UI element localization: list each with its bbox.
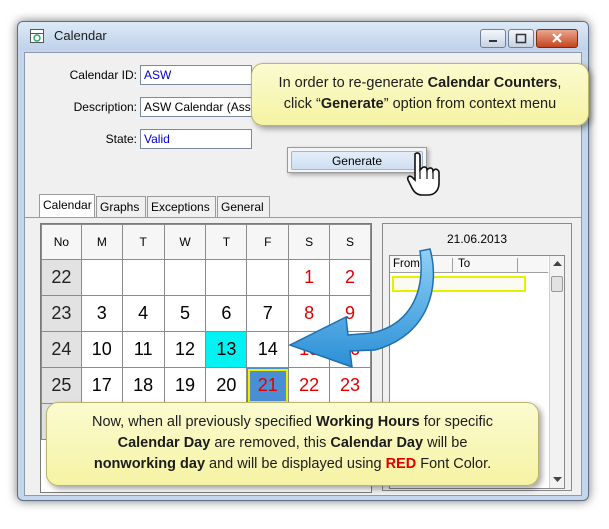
callout-bold-text: Generate bbox=[320, 96, 384, 112]
week-number: 22 bbox=[41, 259, 82, 296]
minimize-icon bbox=[489, 40, 497, 42]
tab-calendar[interactable]: Calendar bbox=[39, 194, 95, 218]
callout-text: In order to re-generate bbox=[278, 75, 428, 91]
vertical-scrollbar[interactable] bbox=[549, 256, 564, 488]
callout-bold-text: nonworking day bbox=[93, 456, 206, 472]
callout-text: click “ bbox=[283, 96, 321, 112]
day-cell[interactable]: 17 bbox=[80, 367, 123, 404]
scroll-up-icon[interactable] bbox=[553, 260, 562, 266]
callout-bold-text: Calendar Day bbox=[330, 435, 424, 451]
state-label: State: bbox=[105, 132, 137, 146]
calendar-id-input[interactable]: ASW bbox=[140, 65, 252, 85]
day-cell[interactable]: 18 bbox=[121, 367, 165, 404]
callout-text: Font Color. bbox=[416, 456, 492, 472]
title-bar[interactable]: Calendar bbox=[18, 22, 588, 50]
callout-text: ” option from context menu bbox=[383, 96, 557, 112]
header-tuesday: T bbox=[121, 224, 165, 260]
day-cell[interactable]: 6 bbox=[205, 295, 248, 332]
day-cell[interactable] bbox=[205, 259, 248, 296]
generate-menu-item[interactable]: Generate bbox=[291, 151, 423, 170]
calendar-id-label: Calendar ID: bbox=[69, 68, 137, 82]
scroll-thumb[interactable] bbox=[551, 276, 563, 292]
day-cell[interactable] bbox=[121, 259, 165, 296]
state-input[interactable]: Valid bbox=[140, 129, 252, 149]
day-cell[interactable]: 5 bbox=[163, 295, 207, 332]
callout-text: , bbox=[557, 75, 562, 91]
day-cell[interactable] bbox=[80, 259, 123, 296]
day-cell[interactable]: 3 bbox=[80, 295, 123, 332]
day-cell[interactable]: 13 bbox=[205, 331, 248, 368]
callout-text: for specific bbox=[419, 414, 494, 430]
callout-bold-text: Calendar Day bbox=[117, 435, 211, 451]
week-number: 25 bbox=[41, 367, 82, 404]
callout-bold-text: Calendar Counters bbox=[427, 75, 558, 91]
day-cell[interactable]: 20 bbox=[205, 367, 248, 404]
callout-text: Now, when all previously specified bbox=[91, 414, 317, 430]
day-cell[interactable]: 11 bbox=[121, 331, 165, 368]
calendar-app-icon bbox=[30, 29, 44, 43]
maximize-icon bbox=[515, 33, 527, 44]
day-cell[interactable]: 12 bbox=[163, 331, 207, 368]
window-title: Calendar bbox=[54, 28, 107, 43]
day-cell[interactable]: 10 bbox=[80, 331, 123, 368]
close-icon bbox=[552, 33, 562, 43]
tab-graphs[interactable]: Graphs bbox=[96, 196, 146, 217]
description-label: Description: bbox=[73, 100, 137, 114]
header-monday: M bbox=[80, 224, 123, 260]
callout-nonworking-tip: Now, when all previously specified Worki… bbox=[46, 402, 539, 486]
column-to[interactable]: To bbox=[458, 258, 518, 272]
callout-bold-text: Working Hours bbox=[316, 414, 420, 430]
close-button[interactable] bbox=[536, 29, 578, 48]
scroll-down-icon[interactable] bbox=[553, 477, 562, 483]
callout-text: and will be displayed using bbox=[205, 456, 386, 472]
tab-general[interactable]: General bbox=[217, 196, 270, 217]
week-number: 24 bbox=[41, 331, 82, 368]
tab-exceptions[interactable]: Exceptions bbox=[147, 196, 216, 217]
callout-red-text: RED bbox=[385, 456, 417, 472]
header-thursday: T bbox=[205, 224, 248, 260]
tab-divider bbox=[25, 217, 581, 218]
day-cell[interactable] bbox=[163, 259, 207, 296]
callout-generate-tip: In order to re-generate Calendar Counter… bbox=[251, 63, 589, 126]
header-week-no: No bbox=[41, 224, 82, 260]
description-input[interactable]: ASW Calendar (Assem bbox=[140, 97, 258, 117]
callout-text: will be bbox=[423, 435, 468, 451]
maximize-button[interactable] bbox=[508, 29, 534, 48]
blue-arrow-icon bbox=[288, 248, 435, 369]
callout-text: are removed, this bbox=[210, 435, 331, 451]
header-wednesday: W bbox=[163, 224, 207, 260]
day-cell[interactable]: 4 bbox=[121, 295, 165, 332]
minimize-button[interactable] bbox=[480, 29, 506, 48]
day-cell[interactable]: 19 bbox=[163, 367, 207, 404]
week-number: 23 bbox=[41, 295, 82, 332]
hand-pointer-icon bbox=[406, 152, 440, 196]
